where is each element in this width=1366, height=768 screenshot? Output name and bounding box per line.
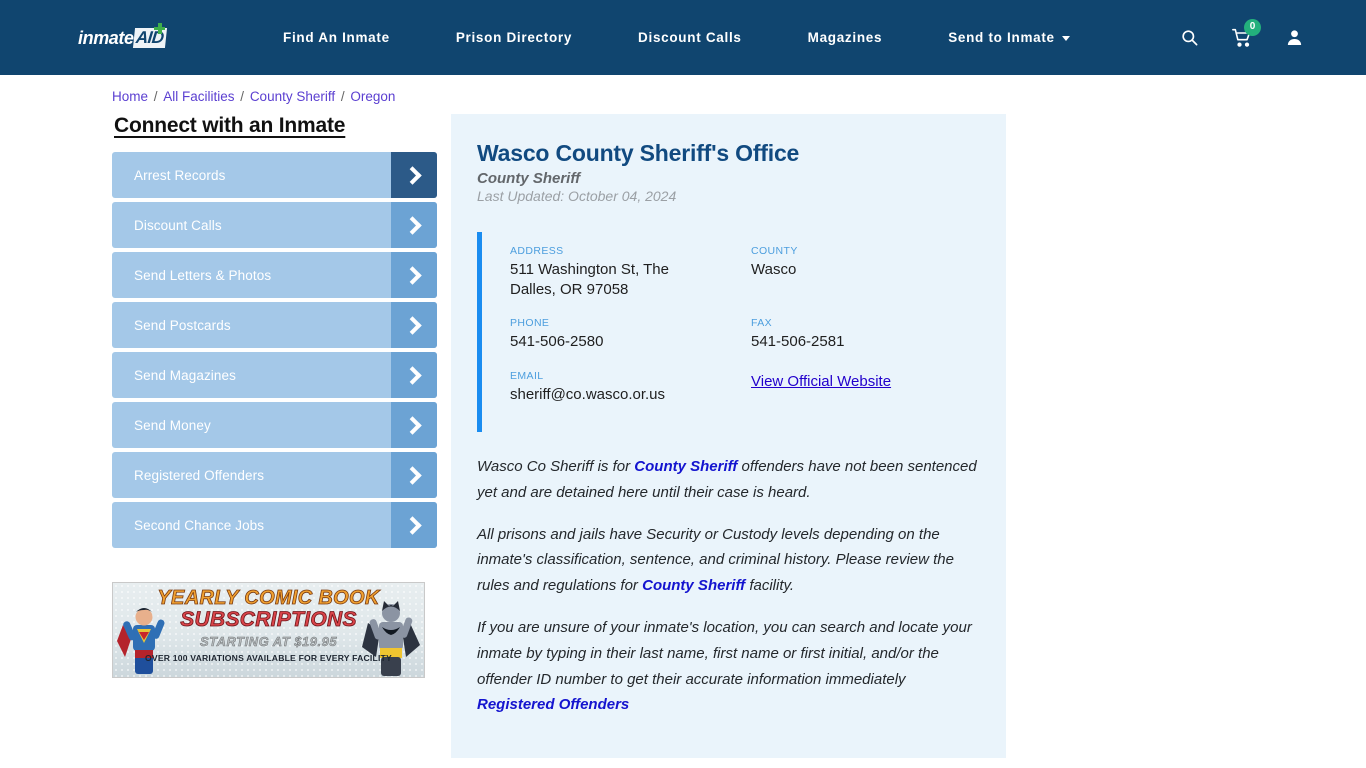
description-paragraph-1: Wasco Co Sheriff is for County Sheriff o… bbox=[477, 454, 980, 506]
address-value: 511 Washington St, The Dalles, OR 97058 bbox=[510, 261, 669, 298]
sidebar-item-discount-calls[interactable]: Discount Calls bbox=[112, 202, 437, 248]
view-official-website-link[interactable]: View Official Website bbox=[751, 373, 891, 390]
chevron-down-icon bbox=[1061, 36, 1070, 41]
nav-item-find-an-inmate[interactable]: Find An Inmate bbox=[250, 30, 423, 45]
breadcrumb-item-oregon[interactable]: Oregon bbox=[350, 89, 395, 104]
fax-label: FAX bbox=[751, 317, 773, 329]
fax-value: 541-506-2581 bbox=[751, 333, 845, 350]
sidebar-item-send-postcards[interactable]: Send Postcards bbox=[112, 302, 437, 348]
chevron-right-icon bbox=[391, 352, 437, 398]
breadcrumb-item-home[interactable]: Home bbox=[112, 89, 148, 104]
sidebar-item-label: Send Magazines bbox=[134, 367, 236, 383]
nav-icon-group: 0 bbox=[1180, 18, 1304, 48]
county-label: COUNTY bbox=[751, 245, 798, 257]
facility-description: Wasco Co Sheriff is for County Sheriff o… bbox=[477, 454, 980, 718]
logo-text-inmate: inmate bbox=[78, 27, 134, 48]
sidebar-item-label: Arrest Records bbox=[134, 167, 226, 183]
main-column: Wasco County Sheriff's Office County She… bbox=[451, 114, 1006, 768]
chevron-right-icon bbox=[391, 202, 437, 248]
desc-p1-text-a: Wasco Co Sheriff is for bbox=[477, 458, 635, 475]
breadcrumb: Home / All Facilities / County Sheriff /… bbox=[0, 75, 1366, 104]
email-value: sheriff@co.wasco.or.us bbox=[510, 385, 666, 403]
nav-item-prison-directory[interactable]: Prison Directory bbox=[423, 30, 605, 45]
facility-type-label: County Sheriff bbox=[477, 170, 581, 187]
sidebar-item-second-chance-jobs[interactable]: Second Chance Jobs bbox=[112, 502, 437, 548]
official-website-field: View Official Website bbox=[751, 370, 980, 405]
site-logo[interactable]: inmate AID bbox=[78, 22, 188, 51]
sidebar-item-arrest-records[interactable]: Arrest Records bbox=[112, 152, 437, 198]
county-field: COUNTY Wasco bbox=[751, 245, 980, 299]
main-nav-links: Find An Inmate Prison Directory Discount… bbox=[250, 30, 1103, 45]
breadcrumb-separator: / bbox=[150, 89, 162, 104]
sidebar-item-label: Second Chance Jobs bbox=[134, 517, 265, 533]
fax-field: FAX 541-506-2581 bbox=[751, 317, 980, 352]
phone-value: 541-506-2580 bbox=[510, 333, 604, 350]
content-area: Connect with an Inmate Arrest Records Di… bbox=[0, 114, 1366, 768]
nav-label: Find An Inmate bbox=[283, 30, 390, 45]
address-field: ADDRESS 511 Washington St, The Dalles, O… bbox=[510, 245, 739, 299]
nav-label: Magazines bbox=[807, 30, 883, 45]
breadcrumb-item-all-facilities[interactable]: All Facilities bbox=[163, 89, 234, 104]
desc-p3-text-a: If you are unsure of your inmate's locat… bbox=[477, 618, 972, 688]
search-icon[interactable] bbox=[1180, 28, 1199, 47]
sidebar-item-registered-offenders[interactable]: Registered Offenders bbox=[112, 452, 437, 498]
sidebar-item-send-letters-photos[interactable]: Send Letters & Photos bbox=[112, 252, 437, 298]
nav-label: Prison Directory bbox=[455, 30, 573, 45]
ad-headline-line2: SUBSCRIPTIONS bbox=[180, 608, 357, 631]
email-label: EMAIL bbox=[510, 369, 544, 382]
top-navigation-bar: inmate AID Find An Inmate Prison Directo… bbox=[0, 0, 1366, 75]
sidebar: Connect with an Inmate Arrest Records Di… bbox=[112, 114, 437, 768]
ad-subtext: OVER 100 VARIATIONS AVAILABLE FOR EVERY … bbox=[145, 653, 392, 663]
ad-headline-line1: YEARLY COMIC BOOK bbox=[157, 587, 380, 609]
desc-p2-text-b: facility. bbox=[745, 577, 795, 595]
sidebar-title: Connect with an Inmate bbox=[114, 114, 346, 137]
sidebar-item-send-magazines[interactable]: Send Magazines bbox=[112, 352, 437, 398]
chevron-right-icon bbox=[391, 252, 437, 298]
chevron-right-icon bbox=[391, 302, 437, 348]
page-title: Wasco County Sheriff's Office bbox=[477, 140, 800, 166]
facility-info-card: Wasco County Sheriff's Office County She… bbox=[451, 114, 1006, 759]
nav-label: Send to Inmate bbox=[948, 30, 1055, 45]
email-field: EMAIL sheriff@co.wasco.or.us bbox=[510, 370, 739, 405]
chevron-right-icon bbox=[391, 152, 437, 198]
desc-p2-link: County Sheriff bbox=[642, 577, 746, 595]
contact-info-block: ADDRESS 511 Washington St, The Dalles, O… bbox=[477, 232, 980, 432]
breadcrumb-separator: / bbox=[337, 89, 349, 104]
chevron-right-icon bbox=[391, 402, 437, 448]
desc-p1-link: County Sheriff bbox=[634, 458, 738, 475]
shopping-cart-icon[interactable]: 0 bbox=[1232, 18, 1261, 48]
ad-price-text: STARTING AT $19.95 bbox=[199, 634, 338, 650]
sidebar-item-label: Registered Offenders bbox=[134, 467, 265, 483]
sidebar-item-label: Discount Calls bbox=[134, 217, 222, 233]
nav-item-send-to-inmate[interactable]: Send to Inmate bbox=[915, 30, 1103, 45]
chevron-right-icon bbox=[391, 452, 437, 498]
sidebar-item-send-money[interactable]: Send Money bbox=[112, 402, 437, 448]
nav-item-magazines[interactable]: Magazines bbox=[775, 30, 916, 45]
last-updated-text: Last Updated: October 04, 2024 bbox=[477, 188, 677, 204]
phone-field: PHONE 541-506-2580 bbox=[510, 317, 739, 352]
chevron-right-icon bbox=[391, 502, 437, 548]
nav-item-discount-calls[interactable]: Discount Calls bbox=[605, 30, 775, 45]
breadcrumb-separator: / bbox=[236, 89, 248, 104]
comic-book-subscription-ad[interactable]: YEARLY COMIC BOOK SUBSCRIPTIONS STARTING… bbox=[112, 582, 425, 678]
sidebar-item-label: Send Letters & Photos bbox=[134, 267, 272, 283]
phone-label: PHONE bbox=[510, 317, 550, 329]
nav-label: Discount Calls bbox=[638, 30, 742, 45]
breadcrumb-item-county-sheriff[interactable]: County Sheriff bbox=[250, 89, 335, 104]
sidebar-item-label: Send Postcards bbox=[134, 317, 231, 333]
address-label: ADDRESS bbox=[510, 245, 564, 257]
cart-count-badge: 0 bbox=[1244, 18, 1261, 36]
page-body: Home / All Facilities / County Sheriff /… bbox=[0, 75, 1366, 768]
description-paragraph-3: If you are unsure of your inmate's locat… bbox=[477, 615, 980, 718]
county-value: Wasco bbox=[751, 261, 797, 278]
registered-offenders-link[interactable]: Registered Offenders bbox=[477, 696, 629, 713]
medical-cross-icon bbox=[154, 22, 165, 34]
sidebar-item-label: Send Money bbox=[134, 417, 211, 433]
user-account-icon[interactable] bbox=[1285, 28, 1304, 47]
description-paragraph-2: All prisons and jails have Security or C… bbox=[477, 522, 980, 599]
